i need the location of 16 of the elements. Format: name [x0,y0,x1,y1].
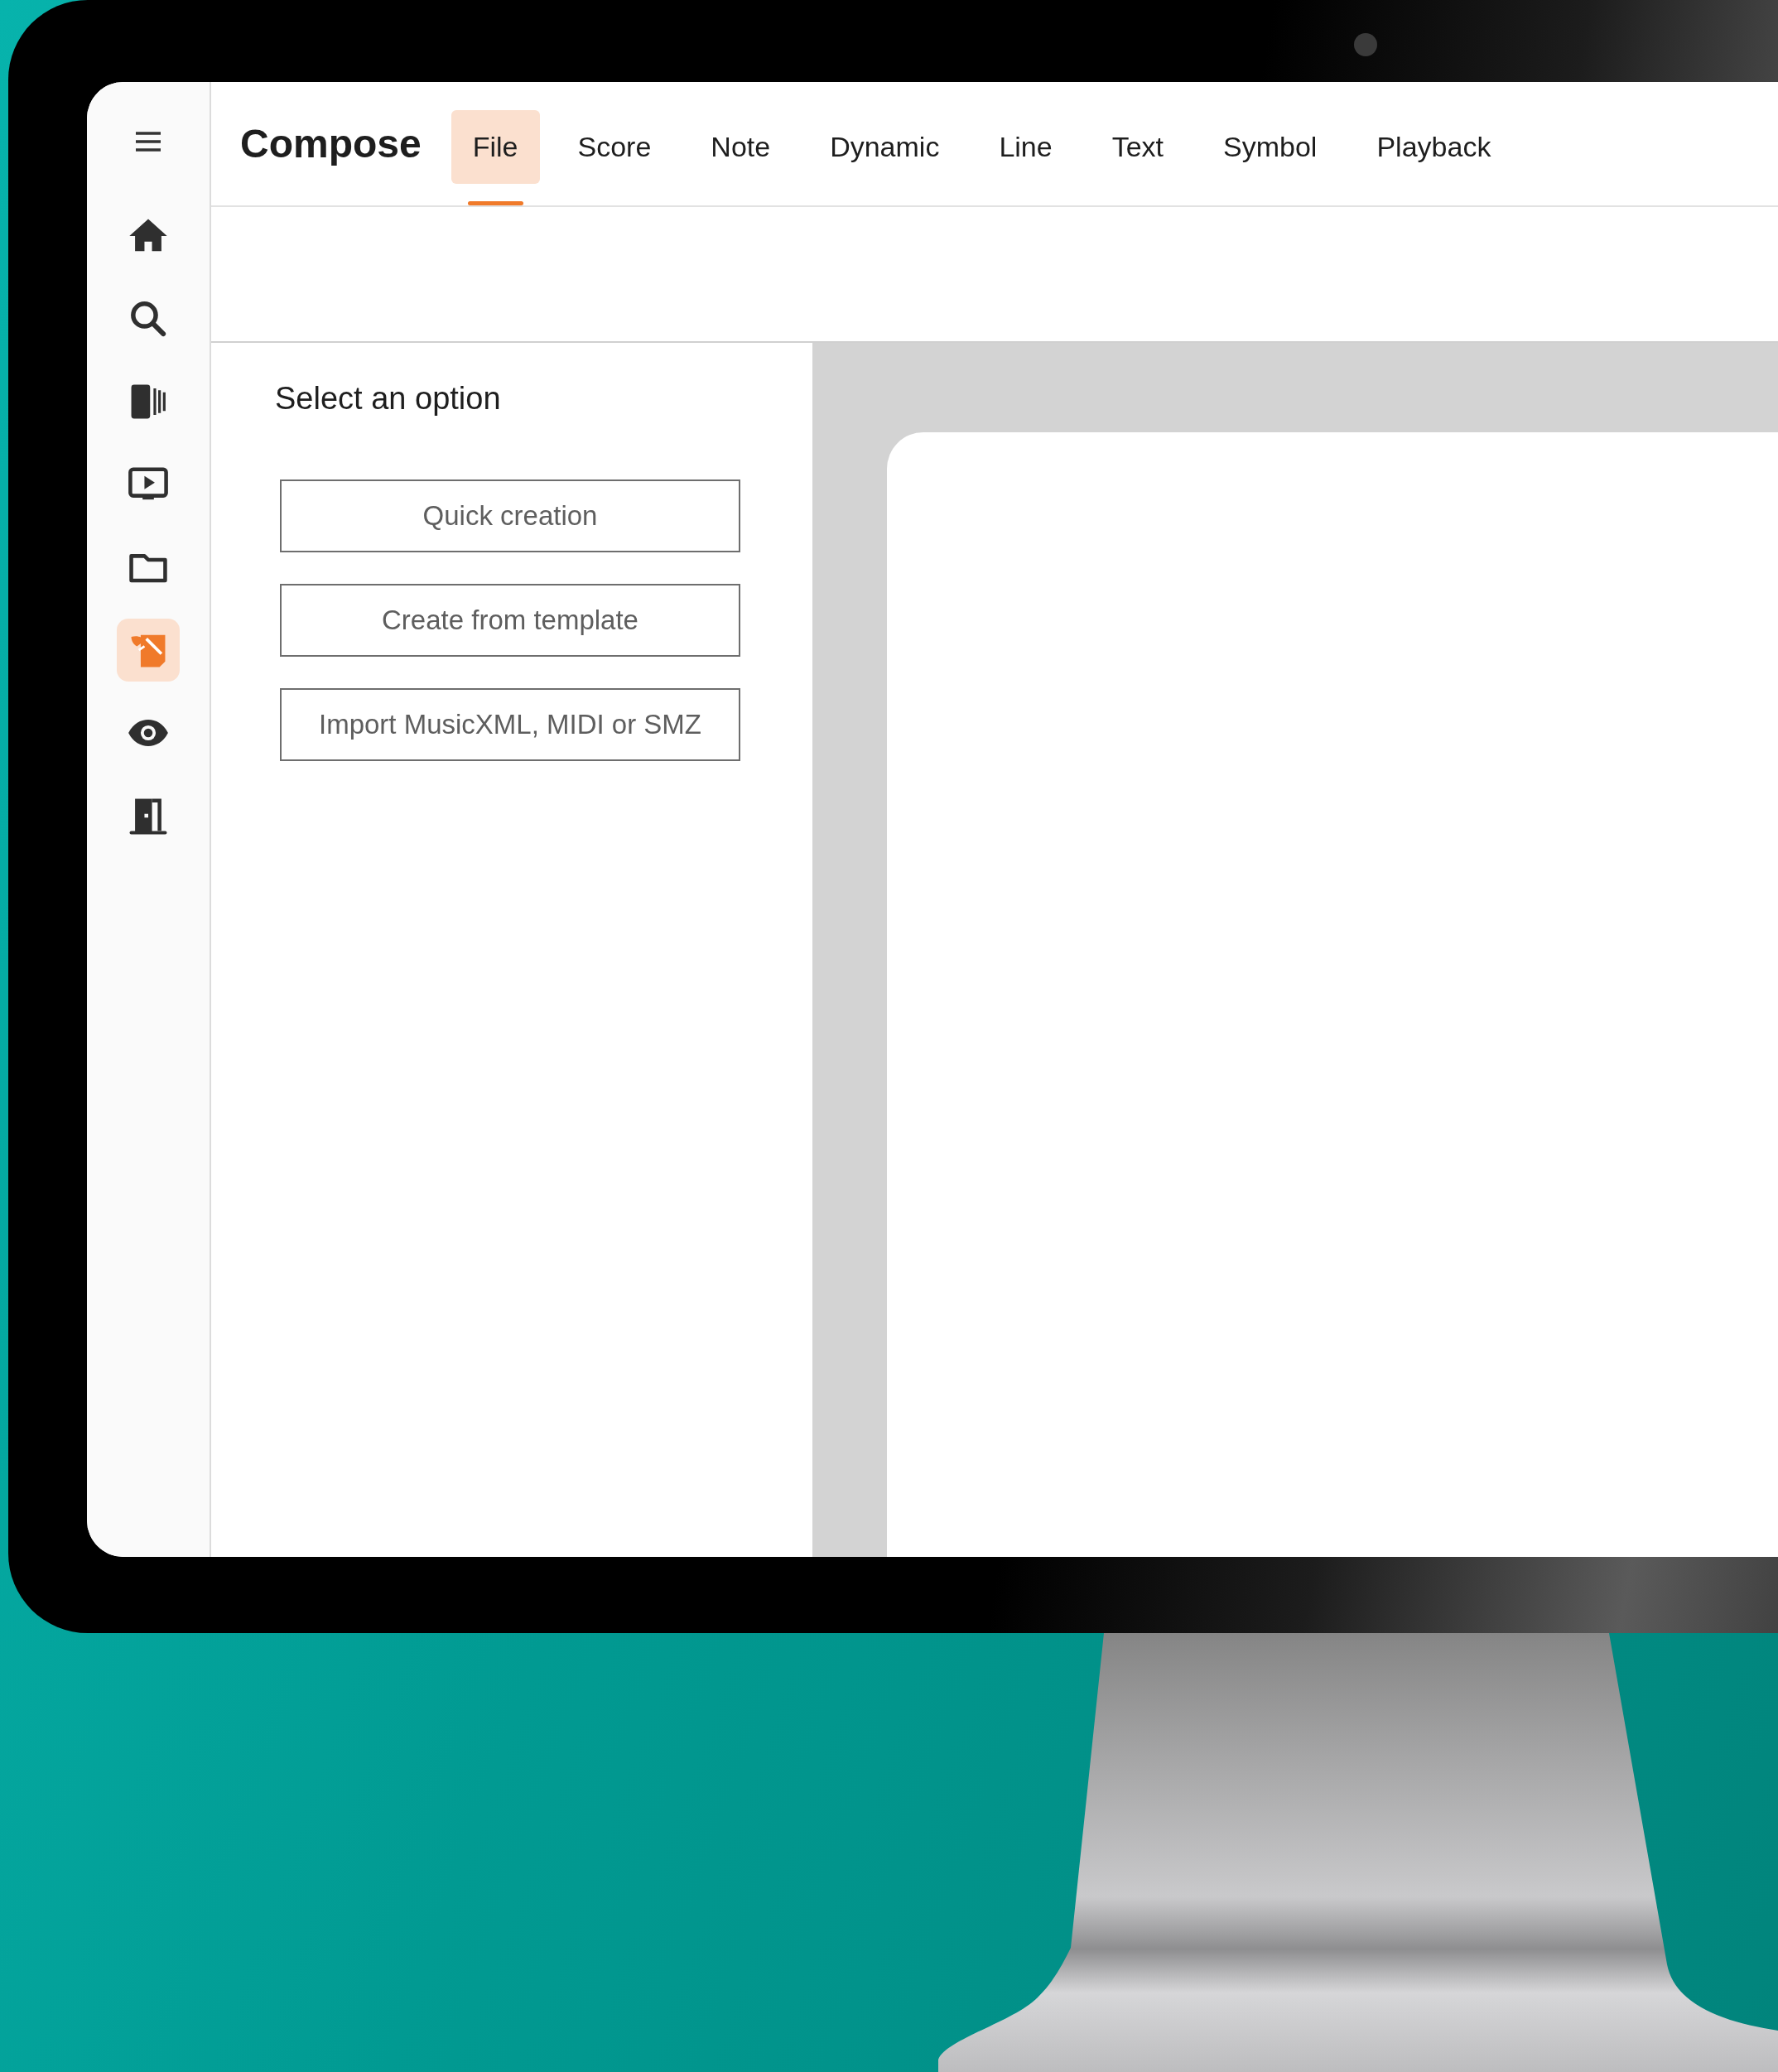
menu-tab[interactable]: File [451,110,540,184]
option-button[interactable]: Import MusicXML, MIDI or SMZ [280,688,740,761]
menu-tab[interactable]: Note [689,110,793,184]
camera-dot [1354,33,1377,56]
menu-tab[interactable]: Line [977,110,1074,184]
app-title: Compose [240,121,422,166]
panel-heading: Select an option [275,381,501,417]
menu-tab[interactable]: Dynamic [808,110,961,184]
menu-tab[interactable]: Playback [1355,110,1513,184]
menu-tab[interactable]: Text [1090,110,1186,184]
menu-tab[interactable]: Symbol [1202,110,1339,184]
option-button[interactable]: Quick creation [280,479,740,552]
menu-tab[interactable]: Score [556,110,673,184]
door-icon [128,797,169,835]
selected-tab-indicator [467,201,523,205]
option-button[interactable]: Create from template [280,584,740,657]
